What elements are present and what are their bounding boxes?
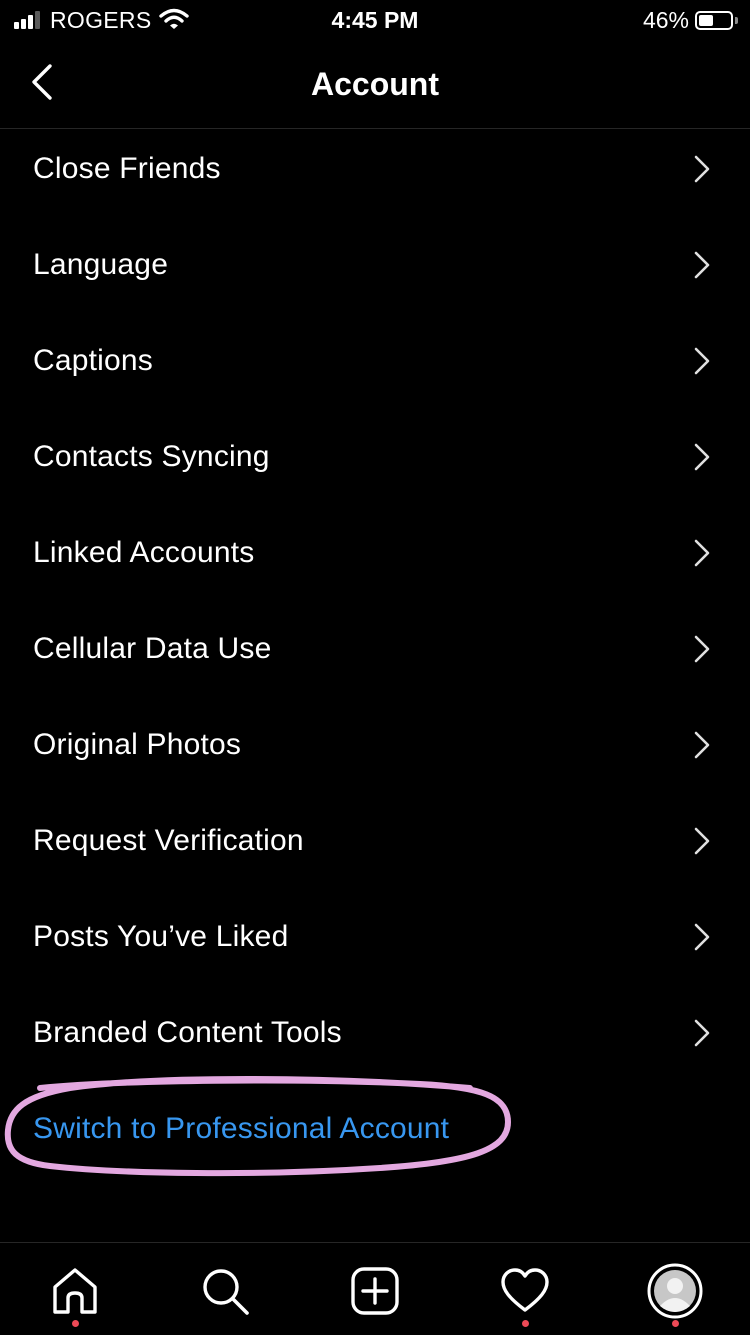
menu-item-contacts-syncing[interactable]: Contacts Syncing	[0, 409, 750, 505]
battery-cap	[735, 16, 738, 24]
menu-item-label: Request Verification	[33, 824, 304, 857]
professional-account-label: Switch to Professional Account	[33, 1112, 450, 1145]
menu-item-label: Contacts Syncing	[33, 440, 270, 473]
switch-to-professional-account-link[interactable]: Switch to Professional Account	[0, 1081, 750, 1177]
menu-item-label: Captions	[33, 344, 154, 377]
chevron-right-icon	[694, 443, 710, 471]
chevron-right-icon	[694, 827, 710, 855]
menu-item-cellular-data-use[interactable]: Cellular Data Use	[0, 601, 750, 697]
home-icon	[53, 1268, 97, 1314]
tab-profile[interactable]	[645, 1261, 705, 1327]
status-time: 4:45 PM	[331, 7, 419, 33]
status-bar: ROGERS 4:45 PM 46%	[0, 0, 750, 40]
menu-item-label: Cellular Data Use	[33, 632, 272, 665]
chevron-right-icon	[694, 635, 710, 663]
chevron-right-icon	[694, 347, 710, 375]
tab-home[interactable]	[45, 1261, 105, 1327]
notification-dot	[671, 1320, 679, 1327]
menu-item-language[interactable]: Language	[0, 217, 750, 313]
menu-item-branded-content-tools[interactable]: Branded Content Tools	[0, 985, 750, 1081]
chevron-right-icon	[694, 1019, 710, 1047]
menu-item-posts-youve-liked[interactable]: Posts You’ve Liked	[0, 889, 750, 985]
tab-search[interactable]	[195, 1261, 255, 1321]
menu-item-label: Close Friends	[33, 152, 221, 185]
tab-new-post[interactable]	[345, 1261, 405, 1321]
chevron-right-icon	[694, 731, 710, 759]
navigation-header: Account	[0, 40, 750, 129]
search-icon	[203, 1269, 249, 1315]
chevron-right-icon	[694, 923, 710, 951]
add-post-icon	[351, 1267, 399, 1315]
account-settings-list: Close Friends Language Captions Contacts…	[0, 121, 750, 1177]
chevron-right-icon	[694, 155, 710, 183]
bottom-tab-bar	[0, 1242, 750, 1335]
profile-avatar-icon	[647, 1263, 703, 1319]
menu-item-close-friends[interactable]: Close Friends	[0, 121, 750, 217]
menu-item-linked-accounts[interactable]: Linked Accounts	[0, 505, 750, 601]
battery-level-fill	[699, 14, 713, 26]
menu-item-label: Original Photos	[33, 728, 242, 761]
menu-item-captions[interactable]: Captions	[0, 313, 750, 409]
notification-dot	[71, 1320, 79, 1327]
battery-icon	[695, 10, 733, 30]
menu-item-label: Branded Content Tools	[33, 1016, 342, 1049]
chevron-right-icon	[694, 539, 710, 567]
menu-item-original-photos[interactable]: Original Photos	[0, 697, 750, 793]
menu-item-label: Posts You’ve Liked	[33, 920, 289, 953]
battery-percent: 46%	[642, 6, 689, 33]
menu-item-request-verification[interactable]: Request Verification	[0, 793, 750, 889]
chevron-right-icon	[694, 251, 710, 279]
tab-activity[interactable]	[495, 1261, 555, 1327]
menu-item-label: Linked Accounts	[33, 536, 255, 569]
page-title: Account	[311, 66, 439, 102]
notification-dot	[521, 1320, 529, 1327]
heart-icon	[501, 1268, 549, 1312]
menu-item-label: Language	[33, 248, 169, 281]
status-right: 46%	[643, 6, 738, 34]
